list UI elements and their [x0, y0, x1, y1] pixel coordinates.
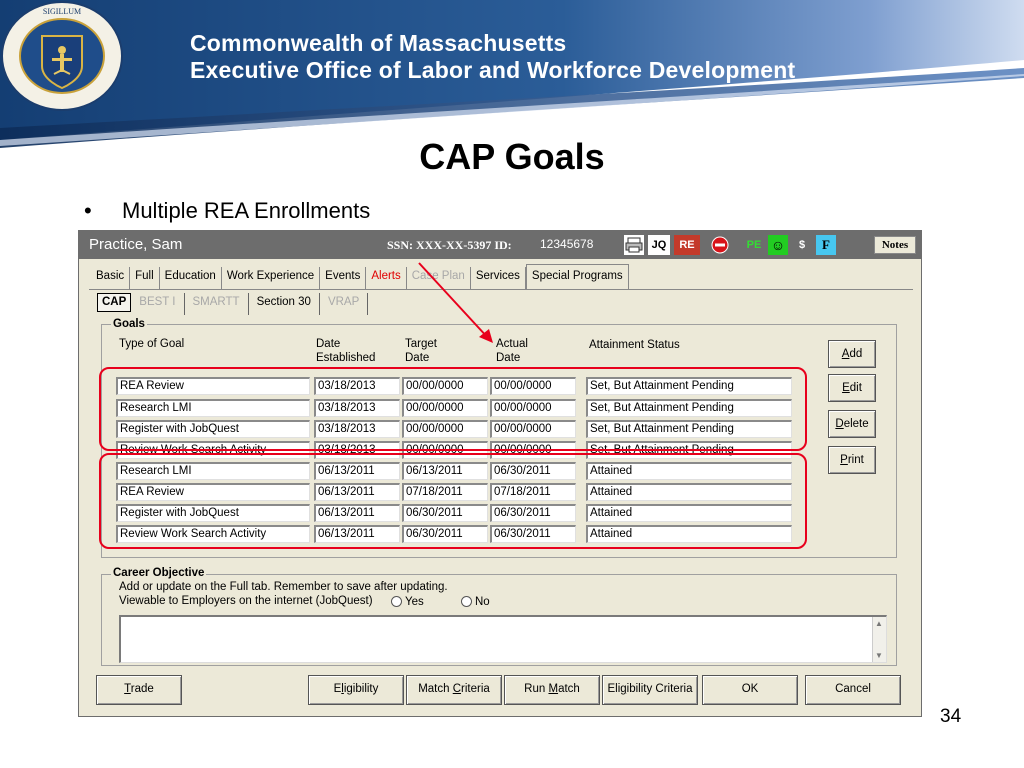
slide-title: CAP Goals — [419, 136, 605, 177]
delete-button[interactable]: Delete — [828, 410, 876, 438]
svg-text:SIGILLUM: SIGILLUM — [43, 7, 81, 16]
radio-no-label: No — [475, 596, 490, 608]
cancel-button[interactable]: Cancel — [805, 675, 901, 705]
textarea-scrollbar[interactable]: ▲ ▼ — [872, 617, 886, 662]
radio-yes[interactable]: Yes — [391, 596, 424, 609]
slide-header-banner: SIGILLUM Commonwealth of Massachusetts E… — [0, 0, 1024, 150]
run-match-button[interactable]: Run Match — [504, 675, 600, 705]
highlight-previous-enrollment — [99, 453, 807, 549]
ok-button[interactable]: OK — [702, 675, 798, 705]
org-name-line1: Commonwealth of Massachusetts — [190, 30, 567, 56]
page-number: 34 — [940, 706, 962, 727]
career-note-line1: Add or update on the Full tab. Remember … — [119, 581, 448, 593]
massachusetts-seal-icon: SIGILLUM — [1, 1, 123, 111]
bullet-item: • Multiple REA Enrollments — [84, 198, 370, 224]
annotation-arrow — [418, 262, 493, 343]
radio-no-circle[interactable] — [461, 596, 472, 607]
radio-yes-label: Yes — [405, 596, 424, 608]
print-button[interactable]: Print — [828, 446, 876, 474]
radio-yes-circle[interactable] — [391, 596, 402, 607]
radio-no[interactable]: No — [461, 596, 490, 609]
career-objective-label: Career Objective — [111, 567, 207, 579]
match-criteria-button[interactable]: Match Criteria — [406, 675, 502, 705]
career-objective-textarea[interactable]: ▲ ▼ — [119, 615, 887, 663]
eligibility-criteria-button[interactable]: Eligibility Criteria — [602, 675, 698, 705]
career-note-line2: Viewable to Employers on the internet (J… — [119, 595, 373, 607]
eligibility-button[interactable]: Eligibility — [308, 675, 404, 705]
trade-button[interactable]: Trade — [96, 675, 182, 705]
scroll-up-icon[interactable]: ▲ — [875, 619, 883, 628]
org-name-line2: Executive Office of Labor and Workforce … — [190, 57, 796, 83]
bullet-text: Multiple REA Enrollments — [122, 198, 371, 223]
bullet-dot: • — [84, 198, 92, 223]
scroll-down-icon[interactable]: ▼ — [875, 651, 883, 660]
application-window: Practice, Sam SSN: XXX-XX-5397 ID: 12345… — [78, 230, 922, 717]
